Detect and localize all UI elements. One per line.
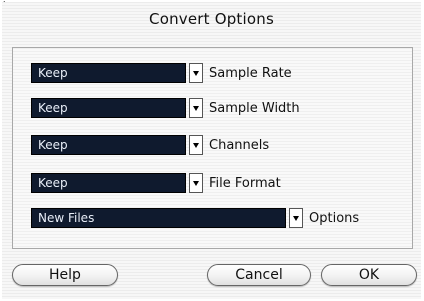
options-label: Options <box>309 210 360 226</box>
chevron-down-icon[interactable] <box>189 98 203 118</box>
cancel-button[interactable]: Cancel <box>207 264 311 286</box>
sample-width-label: Sample Width <box>209 100 300 116</box>
sample-width-row: Keep Sample Width <box>31 97 300 119</box>
channels-row: Keep Channels <box>31 134 269 156</box>
help-button[interactable]: Help <box>12 264 118 286</box>
file-format-row: Keep File Format <box>31 172 281 194</box>
file-format-label: File Format <box>209 175 281 191</box>
options-panel: Keep Sample Rate Keep Sample Width Keep … <box>12 47 413 249</box>
chevron-down-icon[interactable] <box>189 173 203 193</box>
chevron-down-icon[interactable] <box>189 135 203 155</box>
chevron-down-icon[interactable] <box>189 63 203 83</box>
convert-options-dialog: Convert Options Keep Sample Rate Keep Sa… <box>2 2 421 299</box>
channels-label: Channels <box>209 137 270 153</box>
dialog-title: Convert Options <box>149 10 274 28</box>
sample-rate-label: Sample Rate <box>209 65 292 81</box>
options-select[interactable]: New Files <box>31 208 286 228</box>
title-bar[interactable]: Convert Options <box>2 2 421 36</box>
file-format-select[interactable]: Keep <box>31 173 186 193</box>
ok-button[interactable]: OK <box>321 264 417 286</box>
sample-rate-select[interactable]: Keep <box>31 63 186 83</box>
channels-select[interactable]: Keep <box>31 135 186 155</box>
chevron-down-icon[interactable] <box>289 208 303 228</box>
options-row: New Files Options <box>31 207 359 229</box>
sample-rate-row: Keep Sample Rate <box>31 62 292 84</box>
sample-width-select[interactable]: Keep <box>31 98 186 118</box>
